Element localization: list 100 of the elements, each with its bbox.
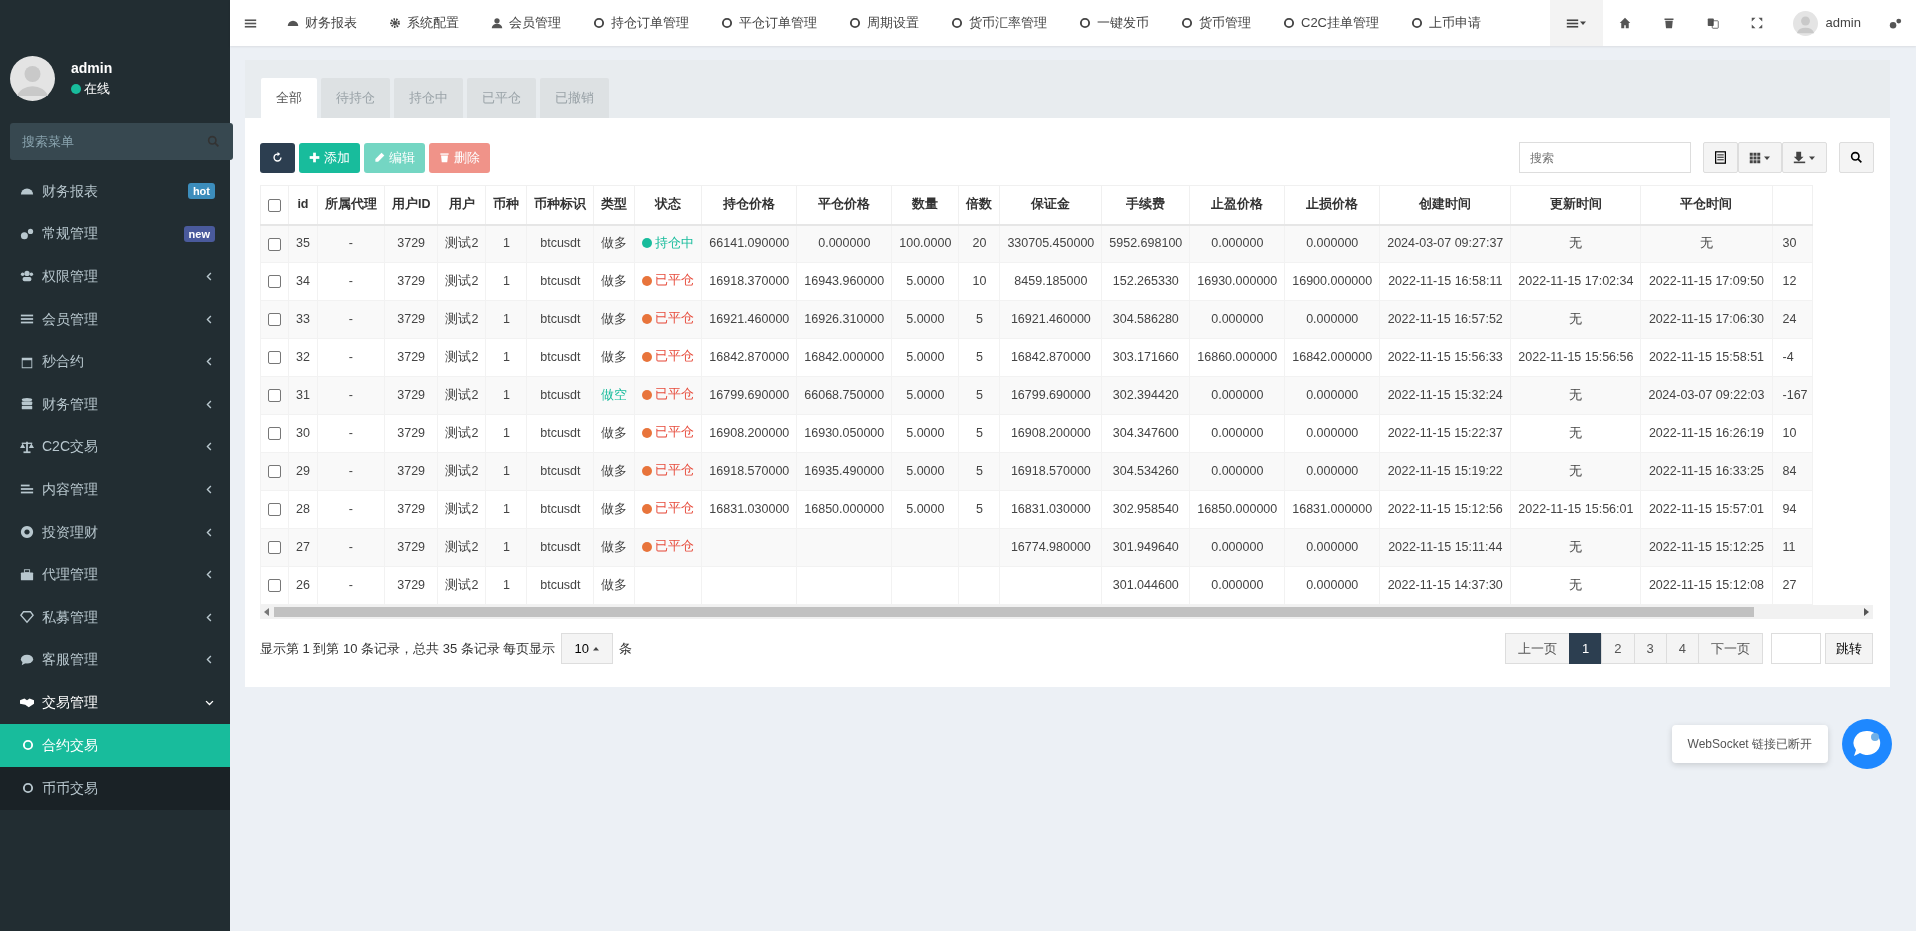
table-cell: - bbox=[348, 502, 353, 517]
row-checkbox[interactable] bbox=[268, 313, 281, 327]
row-checkbox[interactable] bbox=[268, 579, 281, 593]
sidebar-item[interactable]: 秒合约 bbox=[0, 340, 230, 383]
table-cell: -4 bbox=[1782, 350, 1794, 365]
row-checkbox[interactable] bbox=[268, 275, 281, 289]
column-header[interactable]: 手续费 bbox=[1126, 197, 1166, 212]
nav-link[interactable]: 上币申请 bbox=[1395, 0, 1497, 46]
horizontal-scrollbar[interactable] bbox=[260, 605, 1873, 619]
page-size-dropdown[interactable]: 10 bbox=[561, 633, 613, 664]
next-page-button[interactable]: 下一页 bbox=[1698, 633, 1763, 664]
table-cell: 2022-11-15 16:33:25 bbox=[1648, 464, 1765, 479]
table-cell: 0.000000 bbox=[1306, 236, 1359, 251]
column-header[interactable]: id bbox=[297, 197, 309, 212]
search-field[interactable]: 搜索 bbox=[1519, 142, 1691, 173]
sidebar-item[interactable]: 内容管理 bbox=[0, 468, 230, 511]
table-cell: 27 bbox=[1782, 578, 1797, 593]
row-checkbox[interactable] bbox=[268, 237, 281, 251]
prev-page-button[interactable]: 上一页 bbox=[1505, 633, 1571, 664]
table-cell: 10 bbox=[1782, 426, 1797, 441]
row-checkbox[interactable] bbox=[268, 351, 281, 365]
table-cell: 16918.370000 bbox=[709, 274, 790, 289]
row-checkbox[interactable] bbox=[268, 503, 281, 517]
page-button[interactable]: 3 bbox=[1633, 633, 1667, 664]
sidebar-item[interactable]: 财务报表 hot bbox=[0, 170, 230, 213]
table-cell: 5.0000 bbox=[906, 274, 945, 289]
sidebar-item[interactable]: 会员管理 bbox=[0, 297, 230, 341]
refresh-button[interactable] bbox=[260, 142, 295, 173]
nav-link[interactable]: 系统配置 bbox=[373, 0, 475, 46]
table-cell: 16918.570000 bbox=[1010, 464, 1091, 479]
sidebar-item[interactable]: 权限管理 bbox=[0, 255, 230, 298]
table-cell: 测试2 bbox=[445, 502, 479, 517]
page-button[interactable]: 2 bbox=[1601, 633, 1635, 664]
row-checkbox[interactable] bbox=[268, 541, 281, 555]
page-jump-field[interactable] bbox=[1771, 633, 1821, 664]
nav-link[interactable]: 一键发币 bbox=[1063, 0, 1165, 46]
sidebar-item[interactable]: 常规管理 new bbox=[0, 212, 230, 256]
home-icon bbox=[1618, 17, 1631, 29]
column-header[interactable]: 创建时间 bbox=[1419, 197, 1472, 212]
row-checkbox[interactable] bbox=[268, 465, 281, 479]
scale-icon bbox=[20, 439, 34, 454]
user-menu[interactable]: admin bbox=[1825, 13, 1861, 33]
table-cell: 做多 bbox=[601, 236, 628, 251]
row-checkbox[interactable] bbox=[268, 427, 281, 441]
nav-link[interactable]: 货币管理 bbox=[1165, 0, 1267, 46]
gears-icon bbox=[20, 226, 34, 241]
circle-icon bbox=[1411, 17, 1423, 29]
export-dropdown[interactable] bbox=[1782, 142, 1827, 173]
page-button[interactable]: 4 bbox=[1665, 633, 1699, 664]
nav-link[interactable]: 平仓订单管理 bbox=[705, 0, 833, 46]
page-button[interactable]: 1 bbox=[1569, 633, 1603, 664]
table-cell: 做多 bbox=[601, 464, 628, 479]
table-cell: - bbox=[348, 312, 353, 327]
column-header[interactable]: 状态 bbox=[655, 197, 682, 212]
menu-search-field[interactable]: 搜索菜单 bbox=[10, 123, 233, 160]
table-cell: 2022-11-15 15:56:33 bbox=[1387, 350, 1503, 365]
table-cell: 5 bbox=[975, 388, 983, 403]
sidebar-item[interactable]: 财务管理 bbox=[0, 382, 230, 426]
nav-link[interactable]: 货币汇率管理 bbox=[935, 0, 1063, 46]
table-cell: 16930.000000 bbox=[1197, 274, 1278, 289]
nav-link[interactable]: 财务报表 bbox=[271, 0, 373, 46]
table-cell: 5 bbox=[975, 312, 983, 327]
table-cell: 做多 bbox=[601, 312, 628, 327]
nav-link[interactable]: 周期设置 bbox=[833, 0, 935, 46]
sidebar-item[interactable]: 交易管理 bbox=[0, 681, 230, 724]
columns-dropdown[interactable] bbox=[1738, 142, 1782, 173]
column-header[interactable]: 保证金 bbox=[1031, 197, 1071, 212]
sidebar-item[interactable]: 客服管理 bbox=[0, 638, 230, 682]
search-button[interactable] bbox=[1839, 142, 1874, 173]
nav-link[interactable]: C2C挂单管理 bbox=[1267, 0, 1395, 46]
search-icon bbox=[1850, 151, 1863, 164]
column-header[interactable]: 更新时间 bbox=[1549, 197, 1602, 212]
select-all-checkbox[interactable] bbox=[268, 198, 281, 212]
user-name: admin bbox=[71, 59, 113, 79]
card-view-button[interactable] bbox=[1703, 142, 1738, 173]
table-cell: - bbox=[348, 540, 353, 555]
columns-icon bbox=[1749, 151, 1761, 164]
table-cell: 26 bbox=[296, 578, 310, 593]
jump-button[interactable]: 跳转 bbox=[1825, 633, 1873, 664]
table-cell: 0.000000 bbox=[1211, 540, 1264, 555]
table-cell: 5.0000 bbox=[906, 502, 945, 517]
sidebar-item[interactable]: 代理管理 bbox=[0, 553, 230, 596]
column-header[interactable]: 平仓时间 bbox=[1680, 197, 1733, 212]
gears-icon bbox=[1889, 16, 1902, 30]
sidebar-item[interactable]: 私募管理 bbox=[0, 595, 230, 639]
table-cell: 3729 bbox=[397, 540, 426, 555]
filter-tab[interactable]: 全部 bbox=[261, 78, 317, 118]
sidebar-item[interactable]: C2C交易 bbox=[0, 425, 230, 469]
table-cell: 5952.698100 bbox=[1109, 236, 1183, 251]
table-cell: 152.265330 bbox=[1112, 274, 1179, 289]
row-checkbox[interactable] bbox=[268, 389, 281, 403]
nav-link[interactable]: 持仓订单管理 bbox=[577, 0, 705, 46]
sidebar-item[interactable]: 投资理财 bbox=[0, 510, 230, 554]
sidebar-subitem[interactable]: 币币交易 bbox=[0, 766, 230, 810]
chat-button[interactable] bbox=[1842, 719, 1892, 769]
column-header[interactable]: 数量 bbox=[912, 197, 939, 212]
table-cell: 2024-03-07 09:27:37 bbox=[1387, 236, 1504, 251]
nav-link[interactable]: 会员管理 bbox=[475, 0, 577, 46]
status-text: 已平仓 bbox=[655, 348, 695, 366]
table-cell: 2022-11-15 14:37:30 bbox=[1387, 578, 1503, 593]
